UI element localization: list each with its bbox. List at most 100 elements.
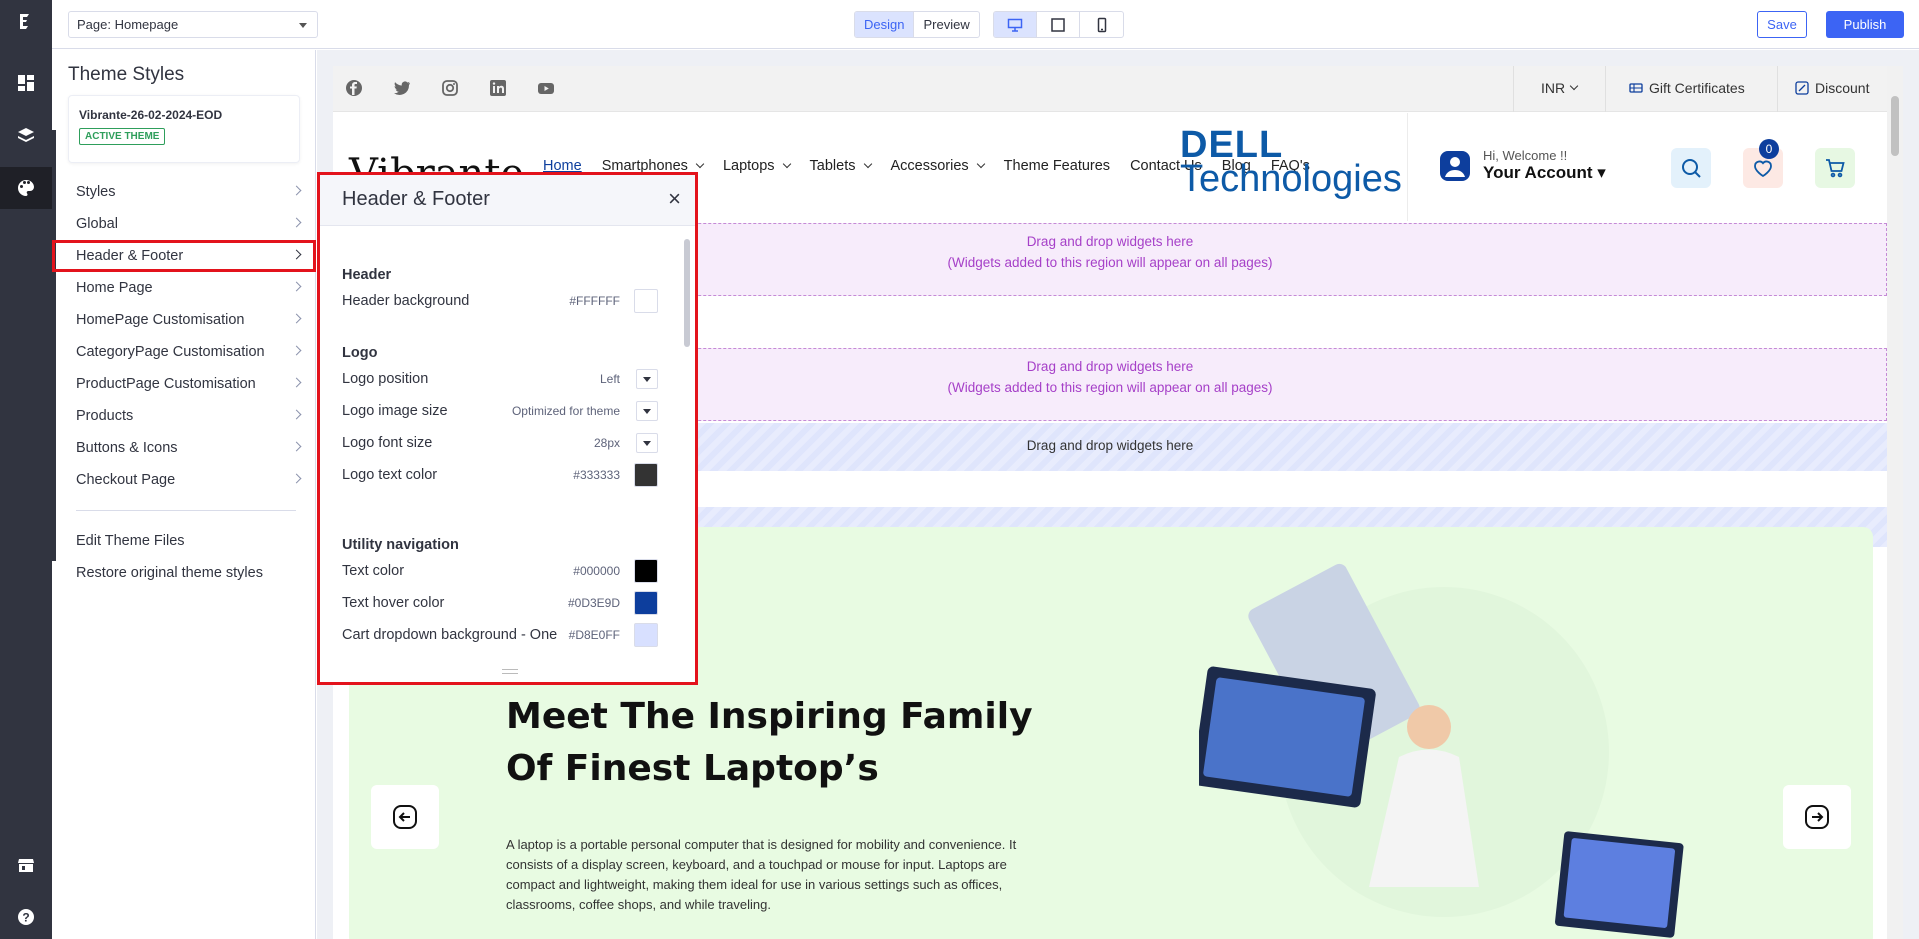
menu-item-label: Styles [76, 184, 116, 200]
group-utility-navigation: Utility navigation [342, 537, 459, 553]
nav-label: Theme Features [1003, 158, 1111, 174]
menu-item-categorypage-customisation[interactable]: CategoryPage Customisation [52, 336, 316, 368]
hero-product-image [1199, 563, 1684, 938]
page-select[interactable]: Page: Homepage [68, 11, 318, 38]
layers-icon[interactable] [0, 115, 52, 157]
theme-styles-panel: Theme Styles Vibrante-26-02-2024-EOD ACT… [52, 50, 316, 939]
cart-icon[interactable] [1815, 148, 1855, 188]
nav-item-laptops[interactable]: Laptops [723, 158, 791, 174]
menu-item-label: CategoryPage Customisation [76, 344, 265, 360]
chevron-right-icon [291, 409, 302, 420]
menu-item-label: Buttons & Icons [76, 440, 178, 456]
preview-mode-button[interactable]: Preview [914, 12, 978, 37]
storefront-icon[interactable] [0, 844, 52, 886]
divider [1605, 66, 1606, 112]
carousel-prev-button[interactable] [371, 785, 439, 849]
logo-font-size-setting: Logo font size 28px [342, 431, 662, 455]
menu-item-label: Home Page [76, 280, 153, 296]
left-rail: ? [0, 0, 52, 939]
top-bar: Page: Homepage Design Preview Save Publi… [52, 0, 1919, 49]
menu-item-products[interactable]: Products [52, 400, 316, 432]
color-swatch[interactable] [634, 463, 658, 487]
discount-icon [1795, 81, 1809, 95]
tablet-icon[interactable] [1037, 12, 1080, 37]
mode-toggle: Design Preview [854, 11, 980, 38]
search-icon[interactable] [1671, 148, 1711, 188]
menu-item-label: ProductPage Customisation [76, 376, 256, 392]
color-swatch[interactable] [634, 559, 658, 583]
setting-label: Logo text color [342, 467, 438, 483]
nav-item-accessories[interactable]: Accessories [891, 158, 985, 174]
twitter-icon[interactable] [393, 79, 411, 97]
scrollbar-thumb[interactable] [1891, 96, 1899, 156]
close-icon[interactable]: × [668, 187, 681, 211]
dropdown-button[interactable] [636, 369, 658, 389]
facebook-icon[interactable] [345, 79, 363, 97]
nav-item-tablets[interactable]: Tablets [810, 158, 872, 174]
edit-theme-files-link[interactable]: Edit Theme Files [52, 525, 316, 557]
palette-icon[interactable] [0, 167, 52, 209]
setting-label: Header background [342, 293, 470, 309]
preview-scrollbar[interactable] [1887, 66, 1903, 939]
chevron-right-icon [291, 377, 302, 388]
resize-grip-icon[interactable] [502, 669, 518, 674]
account-menu[interactable]: Hi, Welcome !! Your Account ▾ [1439, 148, 1606, 183]
dashboard-icon[interactable] [0, 62, 52, 104]
color-swatch[interactable] [634, 591, 658, 615]
menu-item-styles[interactable]: Styles [52, 176, 316, 208]
menu-item-checkout-page[interactable]: Checkout Page [52, 464, 316, 496]
color-swatch[interactable] [634, 623, 658, 647]
setting-value: 28px [593, 436, 620, 450]
setting-label: Logo image size [342, 403, 448, 419]
setting-value: #000000 [573, 564, 620, 578]
desktop-icon[interactable] [994, 12, 1037, 37]
welcome-text: Hi, Welcome !! [1483, 148, 1568, 163]
bigcommerce-logo-icon[interactable] [0, 0, 52, 42]
restore-theme-styles-link[interactable]: Restore original theme styles [52, 557, 316, 589]
gift-certificates-label: Gift Certificates [1649, 80, 1745, 96]
cart-dropdown-background-setting: Cart dropdown background - One #D8E0FF [342, 623, 662, 647]
menu-item-header-footer[interactable]: Header & Footer [52, 240, 316, 272]
dropdown-button[interactable] [636, 433, 658, 453]
styles-menu: Styles Global Header & Footer Home Page … [52, 176, 316, 589]
color-swatch[interactable] [634, 289, 658, 313]
publish-button[interactable]: Publish [1826, 11, 1904, 38]
discount-label: Discount [1815, 80, 1870, 96]
chevron-right-icon [291, 313, 302, 324]
menu-item-homepage-customisation[interactable]: HomePage Customisation [52, 304, 316, 336]
chevron-right-icon [291, 249, 302, 260]
arrow-left-icon [393, 805, 417, 829]
youtube-icon[interactable] [537, 79, 555, 97]
instagram-icon[interactable] [441, 79, 459, 97]
gift-certificates-link[interactable]: Gift Certificates [1629, 80, 1745, 96]
menu-item-productpage-customisation[interactable]: ProductPage Customisation [52, 368, 316, 400]
discount-link[interactable]: Discount [1795, 80, 1869, 96]
linkedin-icon[interactable] [489, 79, 507, 97]
menu-item-label: Global [76, 216, 118, 232]
chevron-down-icon [299, 23, 307, 28]
carousel-next-button[interactable] [1783, 785, 1851, 849]
mobile-icon[interactable] [1080, 12, 1123, 37]
hero-title: Meet The Inspiring Family Of Finest Lapt… [506, 696, 1033, 789]
active-theme-card: Vibrante-26-02-2024-EOD ACTIVE THEME [68, 95, 300, 163]
dropdown-button[interactable] [636, 401, 658, 421]
help-icon[interactable]: ? [0, 896, 52, 938]
dell-logo: DELL Technologies [1180, 126, 1402, 200]
your-account-label: Your Account ▾ [1483, 163, 1606, 182]
setting-label: Cart dropdown background - One [342, 627, 558, 643]
divider [1407, 113, 1408, 221]
chevron-right-icon [291, 345, 302, 356]
group-logo: Logo [342, 345, 378, 361]
menu-item-global[interactable]: Global [52, 208, 316, 240]
save-button[interactable]: Save [1757, 11, 1807, 38]
panel-scrollbar[interactable] [684, 239, 690, 347]
brand-line-2: Technologies [1180, 158, 1402, 200]
menu-item-home-page[interactable]: Home Page [52, 272, 316, 304]
currency-selector[interactable]: INR [1541, 80, 1579, 96]
nav-item-theme-features[interactable]: Theme Features [1004, 158, 1110, 174]
hero-text: A laptop is a portable personal computer… [506, 837, 1017, 912]
design-mode-button[interactable]: Design [855, 12, 915, 37]
text-hover-color-setting: Text hover color #0D3E9D [342, 591, 662, 615]
menu-item-buttons-icons[interactable]: Buttons & Icons [52, 432, 316, 464]
setting-value: #FFFFFF [569, 294, 620, 308]
